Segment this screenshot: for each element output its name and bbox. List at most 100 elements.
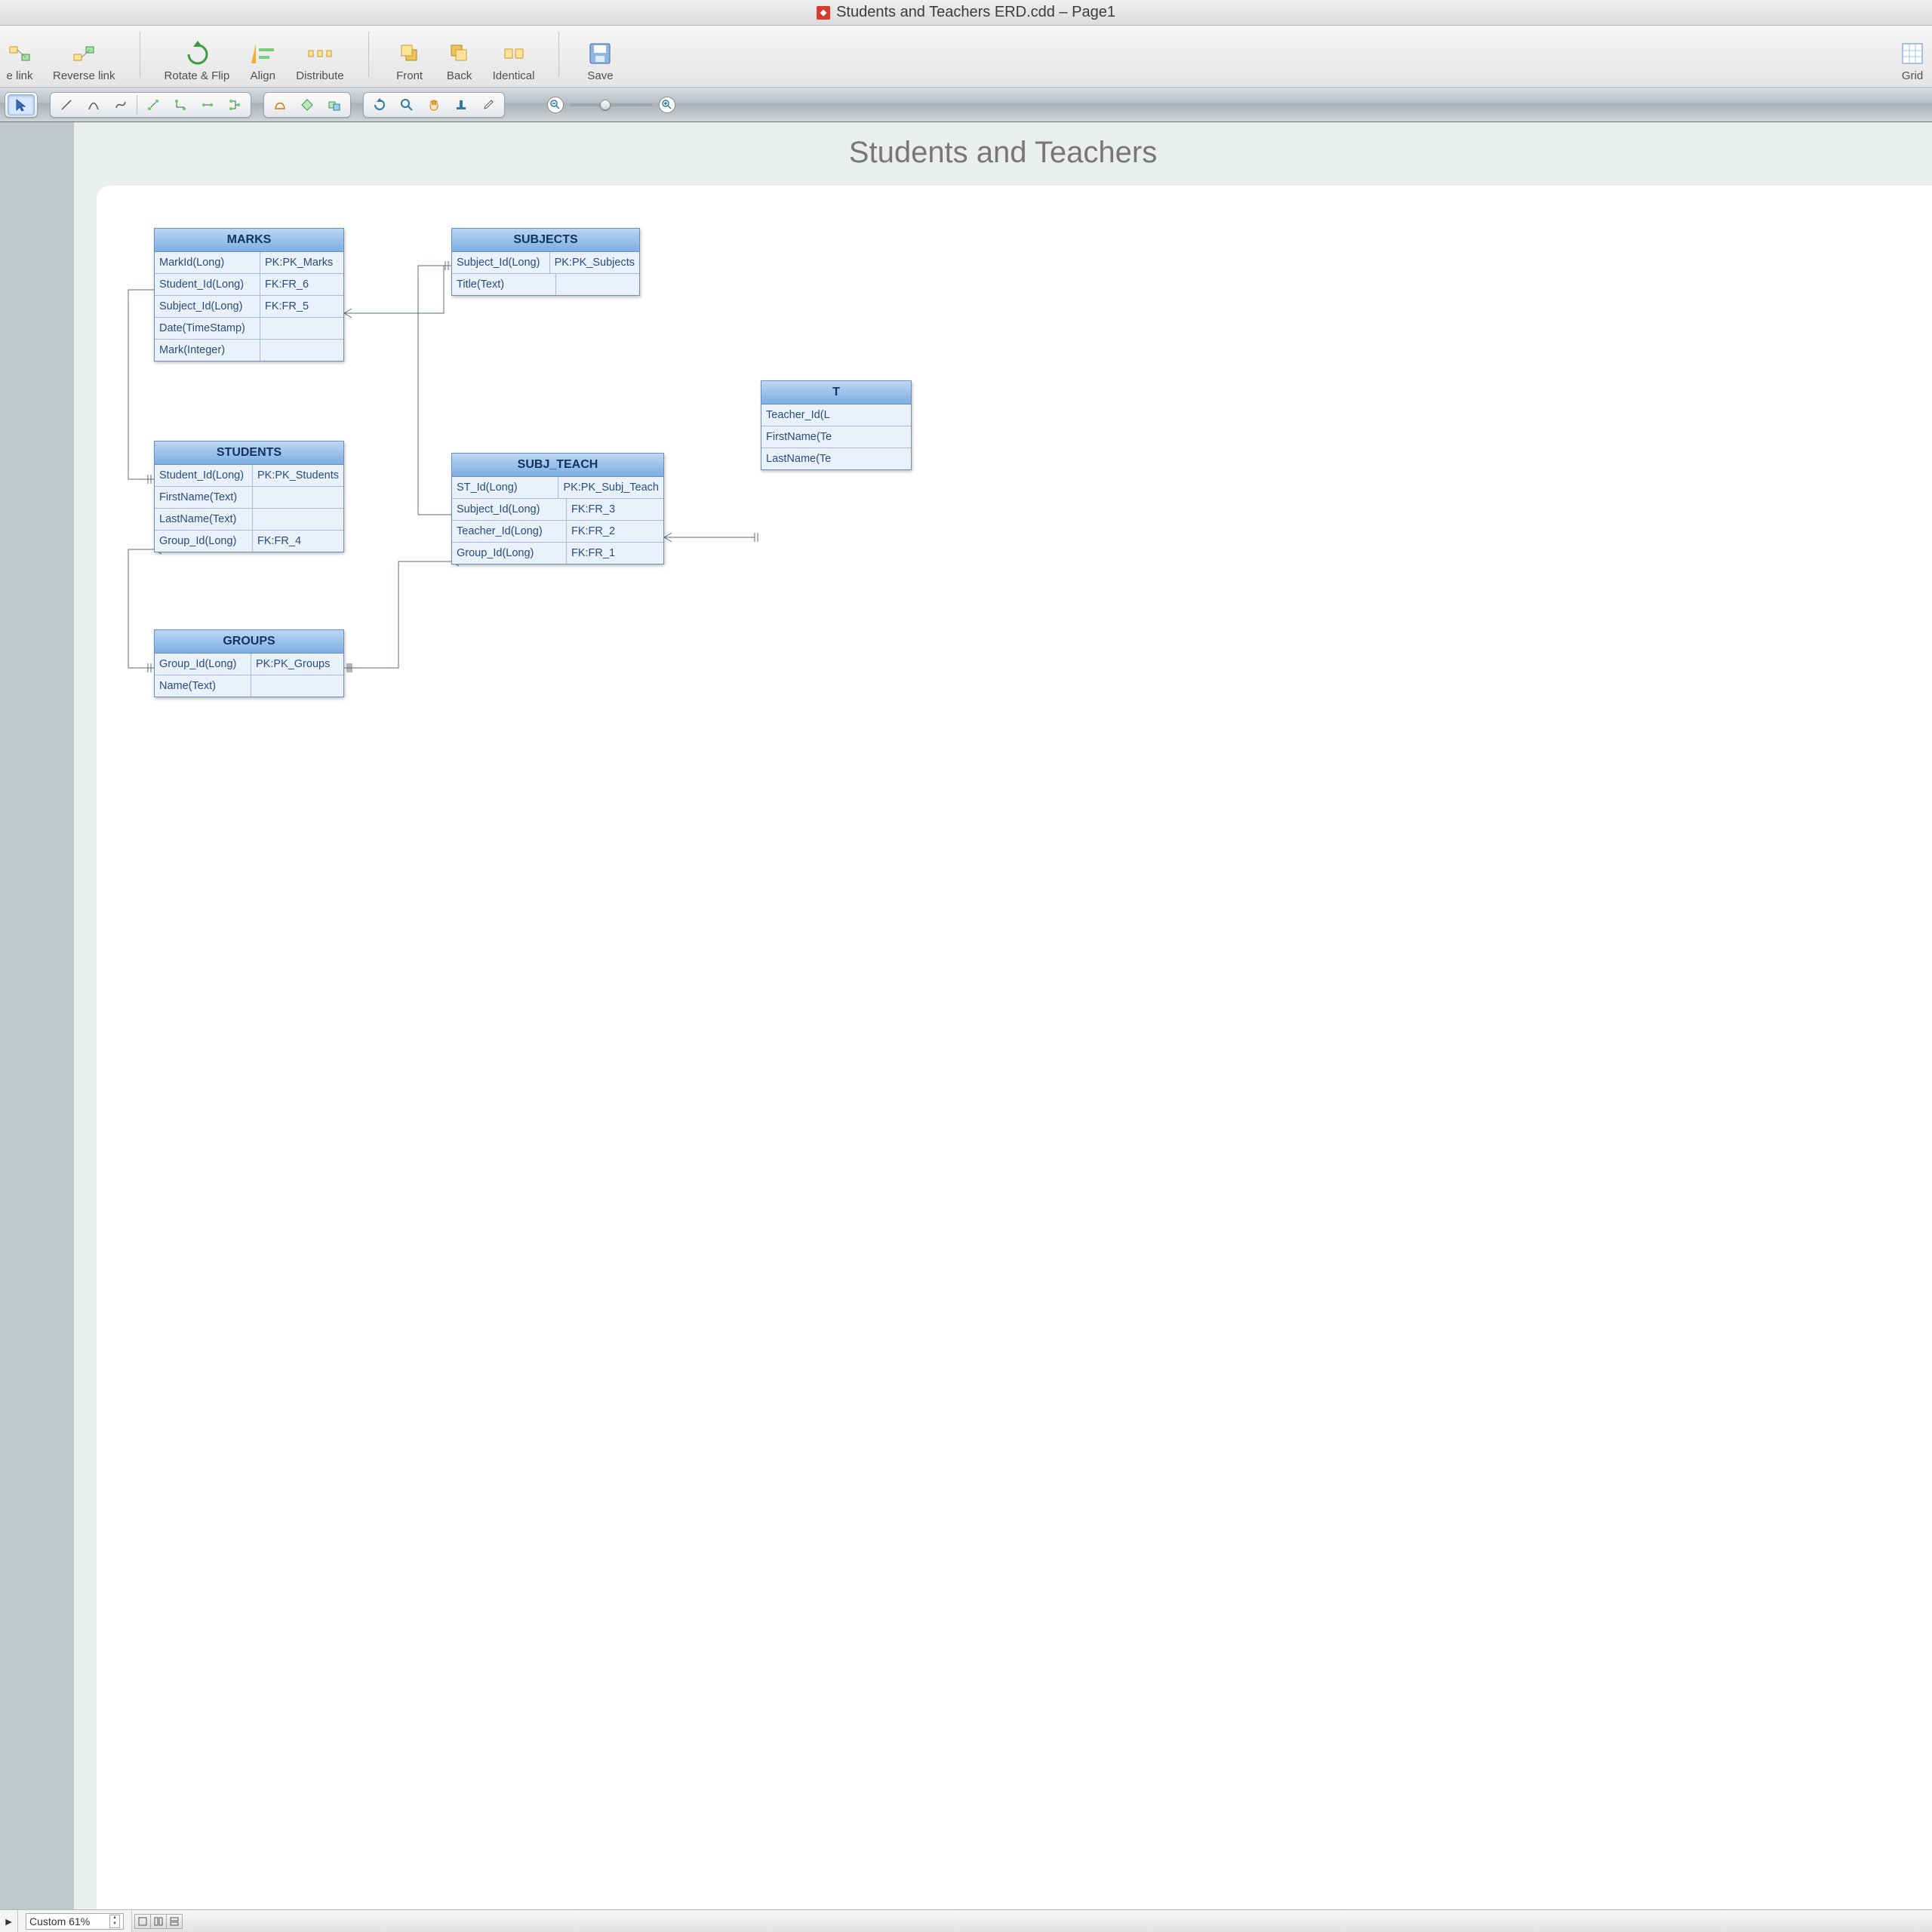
entity-header: GROUPS — [155, 630, 343, 654]
status-nav-button[interactable]: ► — [0, 1910, 18, 1932]
view-mode-1[interactable] — [134, 1914, 151, 1929]
entity-row: Name(Text) — [155, 675, 343, 697]
pan-tool[interactable] — [421, 95, 447, 115]
entity-teachers[interactable]: T Teacher_Id(L FirstName(Te LastName(Te — [761, 380, 912, 470]
entity-row: LastName(Text) — [155, 509, 343, 531]
send-back-icon — [447, 41, 472, 66]
arc-tool[interactable] — [81, 95, 106, 115]
entity-marks[interactable]: MARKS MarkId(Long)PK:PK_Marks Student_Id… — [154, 228, 344, 361]
grid-icon — [1900, 41, 1925, 66]
rotate-flip-button[interactable]: Rotate & Flip — [165, 41, 230, 82]
eyedropper-tool[interactable] — [475, 95, 501, 115]
back-label: Back — [447, 69, 472, 82]
line-tool[interactable] — [54, 95, 79, 115]
identical-label: Identical — [493, 69, 535, 82]
entity-row: Group_Id(Long)FK:FR_1 — [452, 543, 663, 564]
save-button[interactable]: Save — [583, 41, 617, 82]
reverse-link-label: Reverse link — [53, 69, 115, 82]
save-icon — [587, 41, 613, 66]
group-tool[interactable] — [321, 95, 347, 115]
identical-button[interactable]: Identical — [493, 41, 535, 82]
connector-tools — [50, 92, 251, 118]
freeform-tool[interactable] — [267, 95, 293, 115]
entity-row: Group_Id(Long)PK:PK_Groups — [155, 654, 343, 675]
canvas-workspace[interactable]: Students and Teachers — [0, 122, 1932, 1909]
entity-header: SUBJECTS — [452, 229, 639, 252]
toolbar-tools — [0, 88, 1932, 122]
connector-d-tool[interactable] — [222, 95, 248, 115]
entity-row: Mark(Integer) — [155, 340, 343, 361]
front-button[interactable]: Front — [393, 41, 426, 82]
stamp-tool[interactable] — [448, 95, 474, 115]
zoom-in-button[interactable] — [659, 97, 675, 113]
link-label: e link — [6, 69, 32, 82]
view-mode-3[interactable] — [166, 1914, 183, 1929]
distribute-label: Distribute — [296, 69, 343, 82]
distribute-icon — [307, 41, 333, 66]
reverse-link-icon — [71, 41, 97, 66]
distribute-button[interactable]: Distribute — [296, 41, 343, 82]
toolbar-separator — [368, 32, 369, 77]
status-bar: ► Custom 61% ▲▼ — [0, 1909, 1932, 1932]
toolbar-separator — [558, 32, 559, 77]
zoom-value: Custom 61% — [29, 1915, 90, 1927]
entity-row: Title(Text) — [452, 274, 639, 295]
align-icon — [250, 41, 275, 66]
zoom-stepper[interactable]: ▲▼ — [109, 1915, 120, 1928]
connector-a-tool[interactable] — [140, 95, 166, 115]
window-title: Students and Teachers ERD.cdd – Page1 — [836, 4, 1115, 21]
view-tools — [363, 92, 505, 118]
zoom-out-button[interactable] — [547, 97, 564, 113]
entity-row: Student_Id(Long)FK:FR_6 — [155, 274, 343, 296]
entity-header: T — [761, 381, 911, 405]
zoom-thumb[interactable] — [600, 100, 611, 110]
page-paper — [97, 186, 1932, 1909]
entity-row: Subject_Id(Long)PK:PK_Subjects — [452, 252, 639, 274]
identical-icon — [501, 41, 527, 66]
refresh-tool[interactable] — [367, 95, 392, 115]
back-button[interactable]: Back — [443, 41, 476, 82]
entity-header: STUDENTS — [155, 441, 343, 465]
entity-row: Subject_Id(Long)FK:FR_5 — [155, 296, 343, 318]
document-icon: ◆ — [817, 6, 830, 20]
entity-row: FirstName(Text) — [155, 487, 343, 509]
zoom-display[interactable]: Custom 61% ▲▼ — [18, 1910, 132, 1932]
entity-row: Subject_Id(Long)FK:FR_3 — [452, 499, 663, 521]
entity-row: Teacher_Id(L — [761, 405, 911, 426]
page-area: Students and Teachers — [74, 122, 1932, 1909]
entity-row: LastName(Te — [761, 448, 911, 469]
save-label: Save — [587, 69, 613, 82]
view-mode-2[interactable] — [150, 1914, 167, 1929]
align-label: Align — [251, 69, 275, 82]
canvas-margin — [0, 122, 74, 1909]
connector-b-tool[interactable] — [168, 95, 193, 115]
bring-front-icon — [397, 41, 423, 66]
grid-label: Grid — [1902, 69, 1923, 82]
zoom-slider-group — [547, 97, 675, 113]
rotate-icon — [184, 41, 210, 66]
reverse-link-button[interactable]: Reverse link — [53, 41, 115, 82]
entity-subjteach[interactable]: SUBJ_TEACH ST_Id(Long)PK:PK_Subj_Teach S… — [451, 453, 664, 565]
entity-row: ST_Id(Long)PK:PK_Subj_Teach — [452, 477, 663, 499]
entity-row: Date(TimeStamp) — [155, 318, 343, 340]
link-button[interactable]: e link — [3, 41, 36, 82]
entity-header: SUBJ_TEACH — [452, 454, 663, 477]
zoom-tool[interactable] — [394, 95, 420, 115]
entity-groups[interactable]: GROUPS Group_Id(Long)PK:PK_Groups Name(T… — [154, 629, 344, 697]
window-titlebar: ◆ Students and Teachers ERD.cdd – Page1 — [0, 0, 1932, 26]
align-button[interactable]: Align — [246, 41, 279, 82]
grid-button[interactable]: Grid — [1896, 41, 1929, 82]
entity-row: FirstName(Te — [761, 426, 911, 448]
pointer-tool[interactable] — [8, 95, 34, 115]
selection-tools — [5, 92, 38, 118]
entity-row: MarkId(Long)PK:PK_Marks — [155, 252, 343, 274]
entity-students[interactable]: STUDENTS Student_Id(Long)PK:PK_Students … — [154, 441, 344, 552]
entity-subjects[interactable]: SUBJECTS Subject_Id(Long)PK:PK_Subjects … — [451, 228, 640, 296]
zoom-slider[interactable] — [570, 103, 653, 106]
polygon-tool[interactable] — [294, 95, 320, 115]
entity-header: MARKS — [155, 229, 343, 252]
connector-c-tool[interactable] — [195, 95, 220, 115]
shape-tools — [263, 92, 351, 118]
curve-tool[interactable] — [108, 95, 134, 115]
entity-row: Group_Id(Long)FK:FR_4 — [155, 531, 343, 552]
